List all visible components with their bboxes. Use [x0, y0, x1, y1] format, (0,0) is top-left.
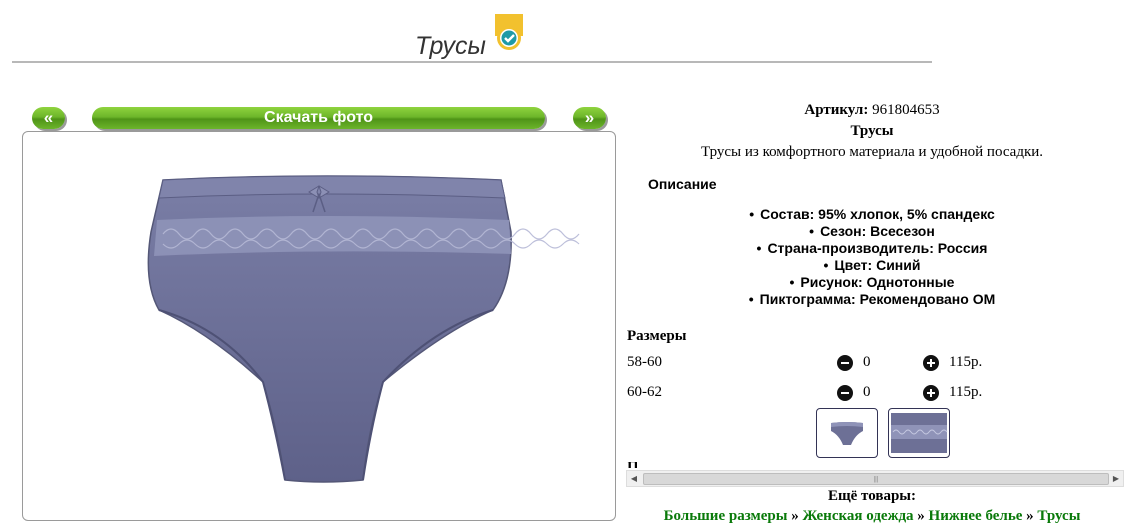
- article-label: Артикул:: [804, 102, 869, 118]
- article-number: 961804653: [872, 102, 940, 118]
- more-products-heading: Ещё товары:: [827, 488, 917, 504]
- breadcrumb: Большие размеры » Женская одежда » Нижне…: [620, 508, 1124, 525]
- product-subtitle: Трусы из комфортного материала и удобной…: [700, 144, 1044, 160]
- increase-quantity-icon[interactable]: [923, 385, 939, 401]
- list-item: Пиктограмма: Рекомендовано ОМ: [620, 291, 1124, 308]
- breadcrumb-separator: »: [917, 508, 925, 524]
- list-item: Цвет: Синий: [620, 257, 1124, 274]
- quantity-value: 0: [863, 384, 871, 400]
- next-photo-button[interactable]: »: [573, 107, 606, 129]
- description-list: Состав: 95% хлопок, 5% спандекс Сезон: В…: [620, 206, 1124, 308]
- list-item: Рисунок: Однотонные: [620, 274, 1124, 291]
- price: 115р.: [949, 354, 983, 370]
- article-line: Артикул: 961804653: [620, 102, 1124, 119]
- quantity-value: 0: [863, 354, 871, 370]
- scroll-right-arrow-icon[interactable]: ▶: [1109, 471, 1123, 486]
- decrease-quantity-icon[interactable]: [837, 355, 853, 371]
- description-heading: Описание: [648, 176, 717, 192]
- breadcrumb-separator: »: [791, 508, 799, 524]
- download-photo-button[interactable]: Скачать фото: [92, 107, 545, 129]
- size-label: 58-60: [627, 354, 662, 370]
- sizes-heading: Размеры: [627, 328, 687, 344]
- photo-thumbnail-front[interactable]: [816, 408, 878, 458]
- size-label: 60-62: [627, 384, 662, 400]
- decrease-quantity-icon[interactable]: [837, 385, 853, 401]
- size-row: 58-60 0 115р.: [627, 354, 1107, 376]
- horizontal-scrollbar[interactable]: ◀ ||| ▶: [626, 470, 1124, 487]
- photo-thumbnail-lace-detail[interactable]: [888, 408, 950, 458]
- increase-quantity-icon[interactable]: [923, 355, 939, 371]
- breadcrumb-link[interactable]: Нижнее белье: [929, 508, 1023, 524]
- main-product-photo[interactable]: [22, 131, 616, 521]
- breadcrumb-link[interactable]: Трусы: [1037, 508, 1080, 524]
- scroll-left-arrow-icon[interactable]: ◀: [627, 471, 641, 486]
- scrollbar-thumb[interactable]: |||: [643, 473, 1109, 485]
- product-name: Трусы: [850, 123, 894, 139]
- page-title: Трусы: [415, 32, 486, 60]
- list-item: Страна-производитель: Россия: [620, 240, 1124, 257]
- previous-photo-button[interactable]: «: [32, 107, 65, 129]
- title-divider: [12, 61, 932, 63]
- breadcrumb-separator: »: [1026, 508, 1034, 524]
- breadcrumb-link[interactable]: Женская одежда: [802, 508, 913, 524]
- page-header: Трусы: [0, 12, 935, 62]
- size-row: 60-62 0 115р.: [627, 384, 1107, 406]
- breadcrumb-link[interactable]: Большие размеры: [664, 508, 788, 524]
- price: 115р.: [949, 384, 983, 400]
- briefs-image: [147, 175, 580, 483]
- truncated-label: П: [627, 462, 637, 468]
- verified-badge-icon: [495, 14, 523, 50]
- list-item: Сезон: Всесезон: [620, 223, 1124, 240]
- list-item: Состав: 95% хлопок, 5% спандекс: [620, 206, 1124, 223]
